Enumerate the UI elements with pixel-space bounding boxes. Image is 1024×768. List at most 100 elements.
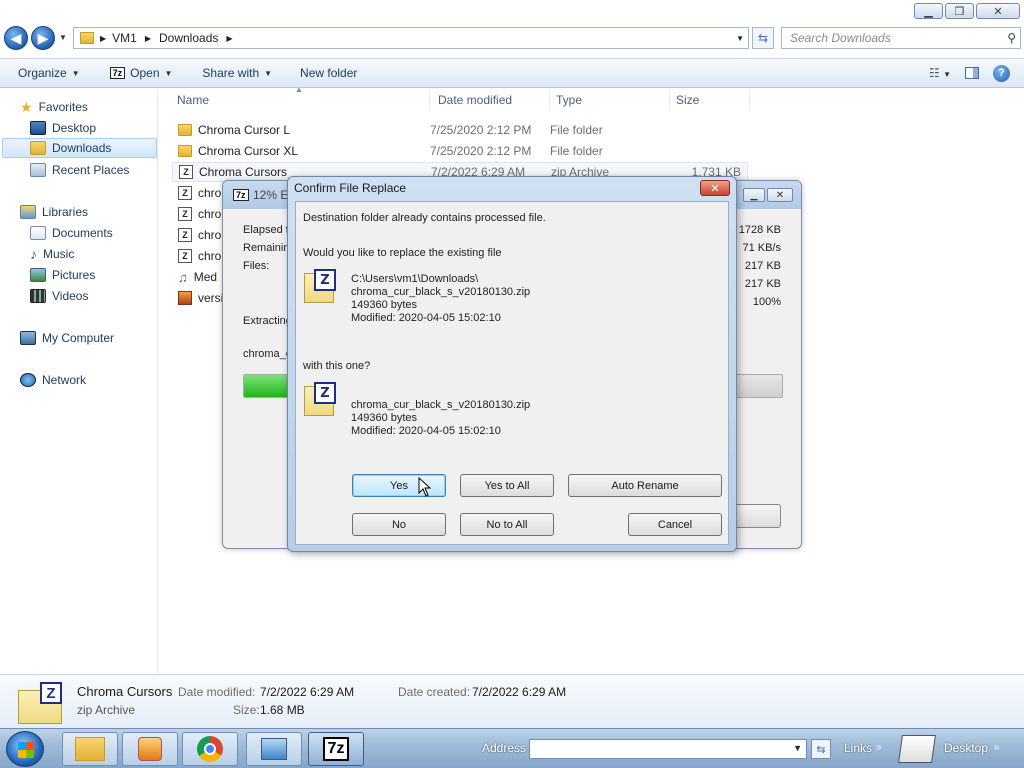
breadcrumb-separator-icon[interactable]: ▶ — [145, 34, 151, 43]
files-label: Files: — [243, 260, 270, 272]
taskbar-media-player-button[interactable] — [122, 732, 178, 766]
elapsed-label: Elapsed ti — [243, 224, 292, 236]
address-dropdown-icon[interactable]: ▼ — [736, 34, 744, 43]
file-row[interactable]: Chroma Cursor XL 7/25/2020 2:12 PM File … — [172, 141, 670, 161]
folder-icon — [80, 32, 94, 44]
column-header-date[interactable]: Date modified — [430, 89, 550, 111]
start-button[interactable] — [6, 731, 44, 767]
close-button[interactable]: ✕ — [976, 3, 1020, 19]
dialog-with-this: with this one? — [303, 360, 371, 372]
share-with-button[interactable]: Share with ▼ — [188, 66, 288, 80]
address-bar[interactable]: ▶ VM1 ▶ Downloads ▶ ▼ — [73, 27, 749, 49]
back-button[interactable]: ◀ — [4, 26, 28, 50]
file-name: chro — [198, 207, 222, 221]
taskbar-address-input[interactable]: ▼ — [529, 739, 807, 759]
recent-pages-chevron-icon[interactable]: ▼ — [59, 33, 67, 42]
breadcrumb-vm1[interactable]: VM1 — [112, 31, 137, 45]
close-button[interactable]: ✕ — [767, 188, 793, 202]
chrome-icon — [197, 736, 223, 762]
refresh-button[interactable]: ⇆ — [752, 27, 774, 49]
taskbar-installer-button[interactable] — [246, 732, 302, 766]
details-date-modified: 7/2/2022 6:29 AM — [260, 685, 355, 699]
processed-size: 1728 KB — [738, 224, 781, 236]
sidebar-item-libraries[interactable]: Libraries — [20, 202, 88, 222]
new-file-modified: Modified: 2020-04-05 15:02:10 — [351, 425, 501, 437]
column-header-size[interactable]: Size — [670, 89, 750, 111]
maximize-button[interactable]: ❐ — [945, 3, 974, 19]
existing-file-zip-icon — [304, 269, 336, 303]
existing-file-path: C:\Users\vm1\Downloads\ — [351, 273, 479, 285]
sidebar-item-desktop[interactable]: Desktop — [30, 118, 96, 138]
help-icon[interactable]: ? — [993, 64, 1010, 82]
no-button[interactable]: No — [352, 513, 446, 536]
7zip-icon: 7z — [322, 737, 350, 761]
file-name: chro — [198, 249, 222, 263]
taskbar-chrome-button[interactable] — [182, 732, 238, 766]
dialog-body: Destination folder already contains proc… — [295, 201, 729, 545]
share-with-label: Share with — [202, 66, 260, 80]
zip-archive-icon: Z — [179, 165, 193, 179]
links-chevron-icon[interactable]: » — [876, 742, 882, 753]
refresh-icon: ⇆ — [757, 31, 769, 45]
auto-rename-button[interactable]: Auto Rename — [568, 474, 722, 497]
yes-to-all-button[interactable]: Yes to All — [460, 474, 554, 497]
sidebar-item-favorites[interactable]: ★ Favorites — [20, 97, 88, 117]
sidebar-label: Videos — [52, 289, 89, 303]
sidebar-label: Music — [43, 247, 75, 261]
file-type: File folder — [550, 144, 603, 158]
column-header-name[interactable]: Name ▲ — [160, 85, 430, 111]
media-file-icon: ♫ — [178, 269, 188, 285]
cancel-button[interactable]: Cancel — [628, 513, 722, 536]
windows-logo-icon — [18, 742, 34, 758]
new-folder-button[interactable]: New folder — [288, 66, 373, 80]
zip-archive-large-icon: Z — [18, 682, 62, 724]
sidebar-item-videos[interactable]: Videos — [30, 286, 88, 306]
search-input[interactable]: Search Downloads ⚲ — [781, 27, 1021, 49]
breadcrumb-downloads[interactable]: Downloads — [159, 31, 218, 45]
libraries-icon — [20, 205, 36, 219]
taskbar-go-icon[interactable]: ⇆ — [811, 739, 831, 759]
organize-button[interactable]: Organize ▼ — [0, 66, 96, 80]
no-to-all-button[interactable]: No to All — [460, 513, 554, 536]
sidebar-label: Downloads — [52, 141, 112, 155]
sidebar-item-my-computer[interactable]: My Computer — [20, 328, 114, 348]
sidebar-item-downloads[interactable]: Downloads — [2, 138, 157, 158]
desktop-toolbar-icon[interactable] — [898, 735, 936, 763]
sidebar-item-documents[interactable]: Documents — [30, 223, 113, 243]
desktop-chevron-icon[interactable]: » — [994, 742, 1000, 753]
preview-pane-icon[interactable] — [965, 67, 979, 79]
desktop-icon — [30, 121, 46, 135]
minimize-button[interactable]: ▁ — [914, 3, 943, 19]
taskbar-desktop-label[interactable]: Desktop — [944, 741, 988, 755]
breadcrumb-separator-icon[interactable]: ▶ — [226, 34, 232, 43]
open-button[interactable]: 7z Open ▼ — [96, 66, 189, 80]
file-name: chro — [198, 186, 222, 200]
taskbar-explorer-button[interactable] — [62, 732, 118, 766]
taskbar-links-label[interactable]: Links — [844, 741, 872, 755]
sidebar-item-pictures[interactable]: Pictures — [30, 265, 95, 285]
details-date-created-label: Date created: — [398, 685, 471, 699]
sidebar-item-music[interactable]: ♪ Music — [30, 244, 74, 264]
forward-button[interactable]: ▶ — [31, 26, 55, 50]
sidebar-label: Network — [42, 373, 87, 387]
file-date: 7/25/2020 2:12 PM — [430, 144, 532, 158]
column-header-type[interactable]: Type — [550, 89, 670, 111]
view-options-icon[interactable]: ☷ ▼ — [929, 66, 951, 80]
taskbar-7zip-button[interactable]: 7z — [308, 732, 364, 766]
sidebar-item-network[interactable]: Network — [20, 370, 86, 390]
zip-archive-icon: Z — [178, 249, 192, 263]
sidebar-label: Pictures — [52, 268, 96, 282]
dialog-close-button[interactable]: ✕ — [700, 180, 730, 196]
file-row[interactable]: Chroma Cursor L 7/25/2020 2:12 PM File f… — [172, 120, 670, 140]
existing-file-name: chroma_cur_black_s_v20180130.zip — [351, 286, 531, 298]
sidebar-label: My Computer — [42, 331, 115, 345]
folder-icon — [178, 145, 192, 157]
search-icon[interactable]: ⚲ — [1007, 31, 1016, 45]
confirm-file-replace-dialog: Confirm File Replace ✕ Destination folde… — [287, 176, 737, 552]
breadcrumb-separator-icon[interactable]: ▶ — [100, 34, 106, 43]
minimize-button[interactable]: ▁ — [743, 188, 765, 202]
sidebar-item-recent-places[interactable]: Recent Places — [30, 160, 129, 180]
details-date-modified-label: Date modified: — [178, 685, 256, 699]
chevron-down-icon: ▼ — [793, 743, 802, 753]
new-file-zip-icon — [304, 382, 336, 416]
